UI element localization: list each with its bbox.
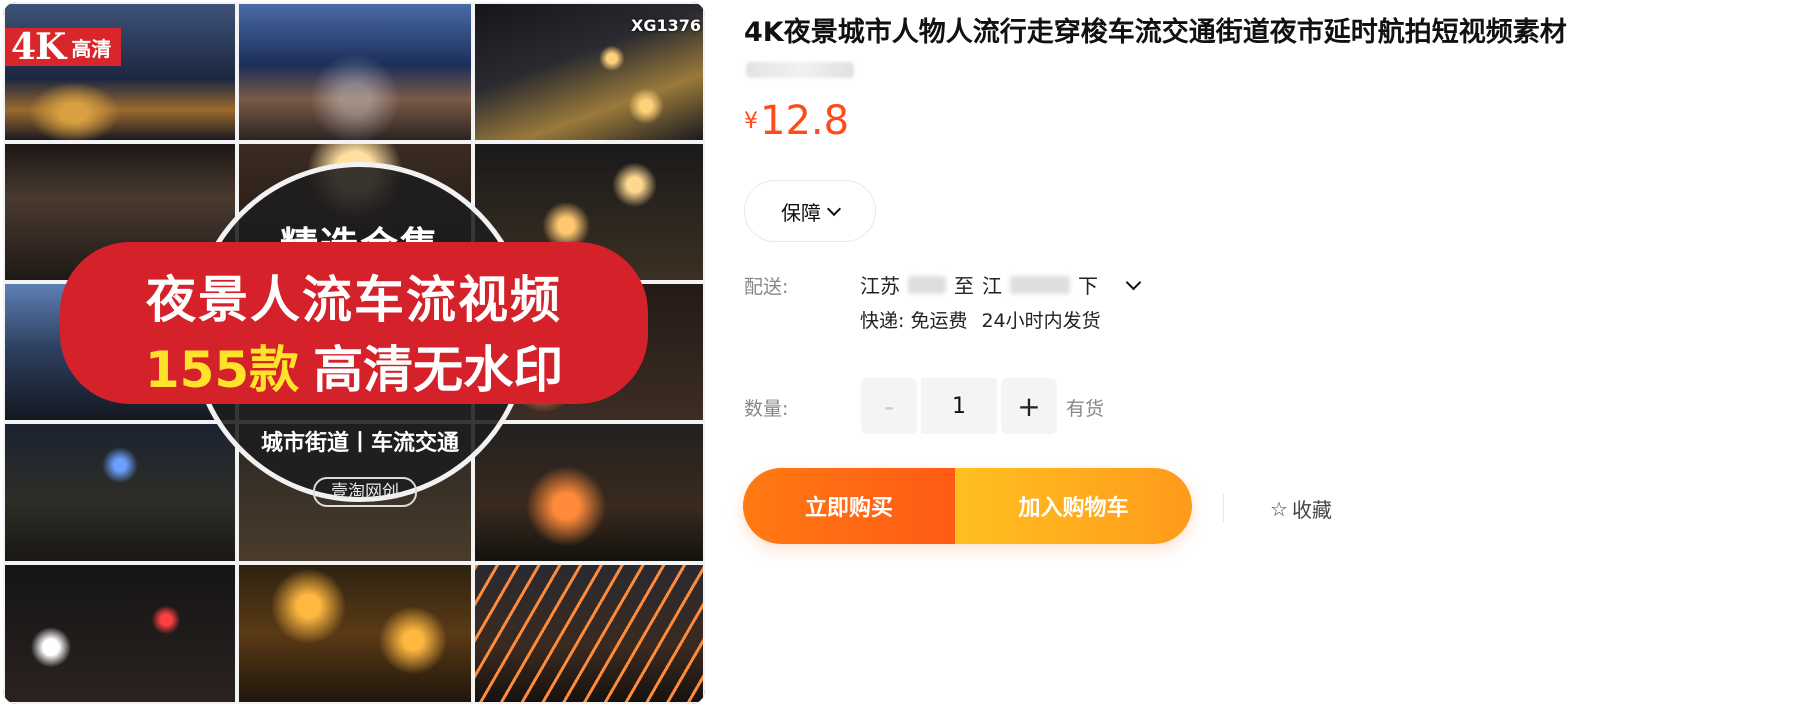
chevron-down-icon [1125, 274, 1142, 290]
product-title: 4K夜景城市人物人流行走穿梭车流交通街道夜市延时航拍短视频素材 [744, 17, 1567, 48]
shipping-label: 配送: [744, 276, 789, 298]
sku-code: XG1376 [631, 16, 701, 35]
decrease-quantity-button[interactable]: - [861, 378, 917, 434]
product-main-image[interactable]: 4K 高清 XG1376 精选合集 城市街道丨车流交通 壹淘网创 夜景人流车流视… [3, 2, 705, 704]
badge-hd-text: 高清 [71, 36, 112, 61]
collage-tile [237, 563, 473, 704]
collage-tile [237, 2, 473, 142]
collage-tile [473, 563, 705, 704]
collage-tile [3, 563, 237, 704]
dispatch-time: 24小时内发货 [981, 310, 1101, 332]
shipping-route-selector[interactable]: 江苏 至 江 下 [860, 270, 1142, 299]
quantity-label: 数量: [744, 398, 789, 420]
ship-to-tail: 下 [1078, 274, 1098, 298]
shipping-detail: 快递: 免运费 24小时内发货 [860, 306, 1101, 333]
stock-status: 有货 [1066, 398, 1105, 420]
redacted-text [908, 275, 946, 294]
guarantee-label: 保障 [781, 200, 821, 225]
divider [1223, 494, 1224, 522]
currency-symbol: ¥ [744, 109, 758, 134]
star-outline-icon: ☆ [1270, 496, 1288, 521]
redacted-text [1010, 275, 1070, 294]
ship-from: 江苏 [860, 274, 900, 298]
badge-4k-text: 4K [11, 26, 66, 68]
banner-count: 155款 [144, 341, 300, 399]
brand-tag: 壹淘网创 [313, 477, 417, 507]
chevron-down-icon [826, 201, 842, 216]
quantity-input[interactable]: 1 [921, 378, 997, 434]
circle-subtitle: 城市街道丨车流交通 [260, 431, 459, 456]
banner-subline: 155款 高清无水印 [60, 330, 648, 402]
price: ¥12.8 [744, 98, 849, 144]
promo-banner: 夜景人流车流视频 155款 高清无水印 [60, 242, 648, 404]
guarantee-dropdown[interactable]: 保障 [744, 180, 876, 242]
collage-tile [3, 2, 237, 142]
shipping-method: 快递: 免运费 [860, 310, 968, 332]
ship-to: 江 [982, 274, 1002, 298]
banner-quality: 高清无水印 [313, 341, 564, 399]
add-to-cart-button[interactable]: 加入购物车 [955, 468, 1192, 544]
favorite-button[interactable]: ☆ 收藏 [1270, 494, 1332, 523]
resolution-badge: 4K 高清 [5, 26, 122, 68]
banner-headline: 夜景人流车流视频 [146, 271, 562, 329]
purchase-buttons: 立即购买 加入购物车 [743, 468, 1192, 544]
quantity-stepper: - 1 + [861, 378, 1057, 434]
buy-now-button[interactable]: 立即购买 [743, 468, 955, 544]
increase-quantity-button[interactable]: + [1001, 378, 1057, 434]
price-value: 12.8 [760, 98, 850, 144]
ship-to-word: 至 [954, 274, 974, 298]
favorite-label: 收藏 [1291, 498, 1332, 522]
redacted-text [746, 62, 854, 78]
